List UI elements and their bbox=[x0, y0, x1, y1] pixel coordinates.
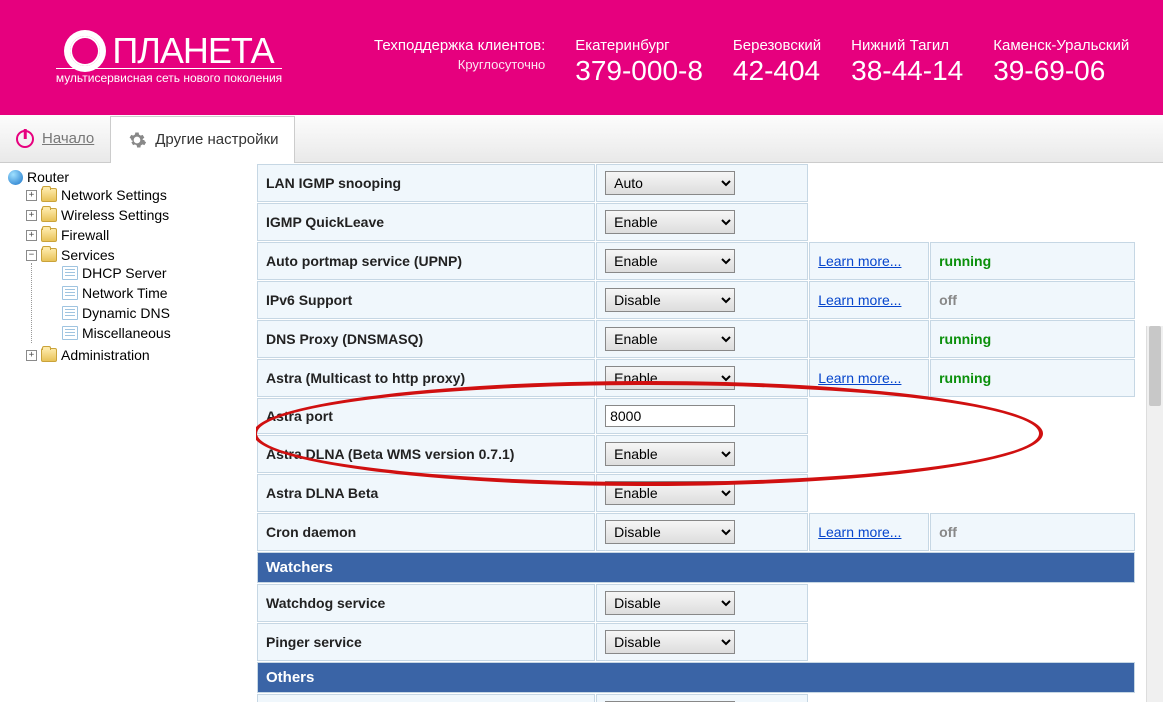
support-hours: Круглосуточно bbox=[374, 57, 545, 74]
expand-icon[interactable]: + bbox=[26, 230, 37, 241]
expand-icon[interactable]: + bbox=[26, 350, 37, 361]
brand-name: ПЛАНЕТА bbox=[112, 30, 273, 72]
cron-select[interactable]: Disable bbox=[605, 520, 735, 544]
support-label: Техподдержка клиентов: bbox=[374, 37, 545, 54]
folder-icon bbox=[41, 248, 57, 262]
upnp-learn-more[interactable]: Learn more... bbox=[818, 253, 901, 269]
ipv6-status: off bbox=[939, 292, 957, 308]
section-others: Others bbox=[257, 662, 1135, 693]
section-watchers: Watchers bbox=[257, 552, 1135, 583]
row-switch-reinit: Switch reinit on DHCP lease fail Disable bbox=[257, 694, 1135, 702]
ipv6-select[interactable]: Disable bbox=[605, 288, 735, 312]
row-lan-igmp: LAN IGMP snooping Auto bbox=[257, 164, 1135, 202]
power-icon bbox=[16, 130, 34, 148]
lan-igmp-select[interactable]: Auto bbox=[605, 171, 735, 195]
expand-icon[interactable]: + bbox=[26, 210, 37, 221]
nav-home-label[interactable]: Начало bbox=[42, 130, 94, 147]
content-panel: LAN IGMP snooping Auto IGMP QuickLeave E… bbox=[256, 163, 1163, 702]
row-dnsmasq: DNS Proxy (DNSMASQ) Enable running bbox=[257, 320, 1135, 358]
row-igmp-quickleave: IGMP QuickLeave Enable bbox=[257, 203, 1135, 241]
tree-miscellaneous[interactable]: Miscellaneous bbox=[62, 325, 248, 341]
tree-dhcp-server[interactable]: DHCP Server bbox=[62, 265, 248, 281]
page-icon bbox=[62, 266, 78, 280]
row-astra: Astra (Multicast to http proxy) Enable L… bbox=[257, 359, 1135, 397]
support-info: Техподдержка клиентов: Круглосуточно Ека… bbox=[324, 26, 1149, 90]
row-astra-dlna: Astra DLNA (Beta WMS version 0.7.1) Enab… bbox=[257, 435, 1135, 473]
folder-icon bbox=[41, 228, 57, 242]
globe-icon bbox=[8, 170, 23, 185]
cron-learn-more[interactable]: Learn more... bbox=[818, 524, 901, 540]
tree-firewall[interactable]: +Firewall bbox=[26, 227, 248, 243]
pinger-select[interactable]: Disable bbox=[605, 630, 735, 654]
tree-router[interactable]: Router bbox=[8, 169, 248, 185]
astra-dlna-beta-select[interactable]: Enable bbox=[605, 481, 735, 505]
city-ekb: Екатеринбург 379-000-8 bbox=[575, 26, 703, 90]
astra-port-input[interactable] bbox=[605, 405, 735, 427]
astra-learn-more[interactable]: Learn more... bbox=[818, 370, 901, 386]
nav-home[interactable]: Начало bbox=[0, 115, 110, 162]
collapse-icon[interactable]: − bbox=[26, 250, 37, 261]
folder-icon bbox=[41, 188, 57, 202]
ipv6-learn-more[interactable]: Learn more... bbox=[818, 292, 901, 308]
tree-network-settings[interactable]: +Network Settings bbox=[26, 187, 248, 203]
cron-status: off bbox=[939, 524, 957, 540]
watchdog-select[interactable]: Disable bbox=[605, 591, 735, 615]
folder-icon bbox=[41, 348, 57, 362]
row-astra-port: Astra port bbox=[257, 398, 1135, 434]
city-kamensk: Каменск-Уральский 39-69-06 bbox=[993, 26, 1129, 90]
astra-select[interactable]: Enable bbox=[605, 366, 735, 390]
logo-icon bbox=[64, 30, 106, 72]
navbar: Начало Другие настройки bbox=[0, 115, 1163, 163]
tree-administration[interactable]: +Administration bbox=[26, 347, 248, 363]
tree-services[interactable]: −Services bbox=[26, 247, 248, 263]
row-upnp: Auto portmap service (UPNP) Enable Learn… bbox=[257, 242, 1135, 280]
isp-header: ПЛАНЕТА мультисервисная сеть нового поко… bbox=[0, 0, 1163, 115]
gear-icon bbox=[127, 130, 147, 150]
astra-dlna-select[interactable]: Enable bbox=[605, 442, 735, 466]
tree-dynamic-dns[interactable]: Dynamic DNS bbox=[62, 305, 248, 321]
page-icon bbox=[62, 326, 78, 340]
tree-wireless-settings[interactable]: +Wireless Settings bbox=[26, 207, 248, 223]
city-berez: Березовский 42-404 bbox=[733, 26, 821, 90]
row-cron: Cron daemon Disable Learn more... off bbox=[257, 513, 1135, 551]
folder-icon bbox=[41, 208, 57, 222]
dnsmasq-status: running bbox=[939, 331, 991, 347]
upnp-status: running bbox=[939, 253, 991, 269]
scrollbar[interactable] bbox=[1146, 326, 1163, 702]
upnp-select[interactable]: Enable bbox=[605, 249, 735, 273]
row-astra-dlna-beta: Astra DLNA Beta Enable bbox=[257, 474, 1135, 512]
scrollbar-thumb[interactable] bbox=[1149, 326, 1161, 406]
row-pinger: Pinger service Disable bbox=[257, 623, 1135, 661]
nav-other-label: Другие настройки bbox=[155, 131, 278, 148]
sidebar: Router +Network Settings +Wireless Setti… bbox=[0, 163, 256, 702]
astra-status: running bbox=[939, 370, 991, 386]
row-ipv6: IPv6 Support Disable Learn more... off bbox=[257, 281, 1135, 319]
nav-other-settings[interactable]: Другие настройки bbox=[110, 116, 295, 163]
page-icon bbox=[62, 306, 78, 320]
page-icon bbox=[62, 286, 78, 300]
igmp-quickleave-select[interactable]: Enable bbox=[605, 210, 735, 234]
row-watchdog: Watchdog service Disable bbox=[257, 584, 1135, 622]
tree-network-time[interactable]: Network Time bbox=[62, 285, 248, 301]
logo: ПЛАНЕТА мультисервисная сеть нового поко… bbox=[14, 30, 324, 85]
city-ntagil: Нижний Тагил 38-44-14 bbox=[851, 26, 963, 90]
dnsmasq-select[interactable]: Enable bbox=[605, 327, 735, 351]
expand-icon[interactable]: + bbox=[26, 190, 37, 201]
settings-table: LAN IGMP snooping Auto IGMP QuickLeave E… bbox=[256, 163, 1136, 702]
